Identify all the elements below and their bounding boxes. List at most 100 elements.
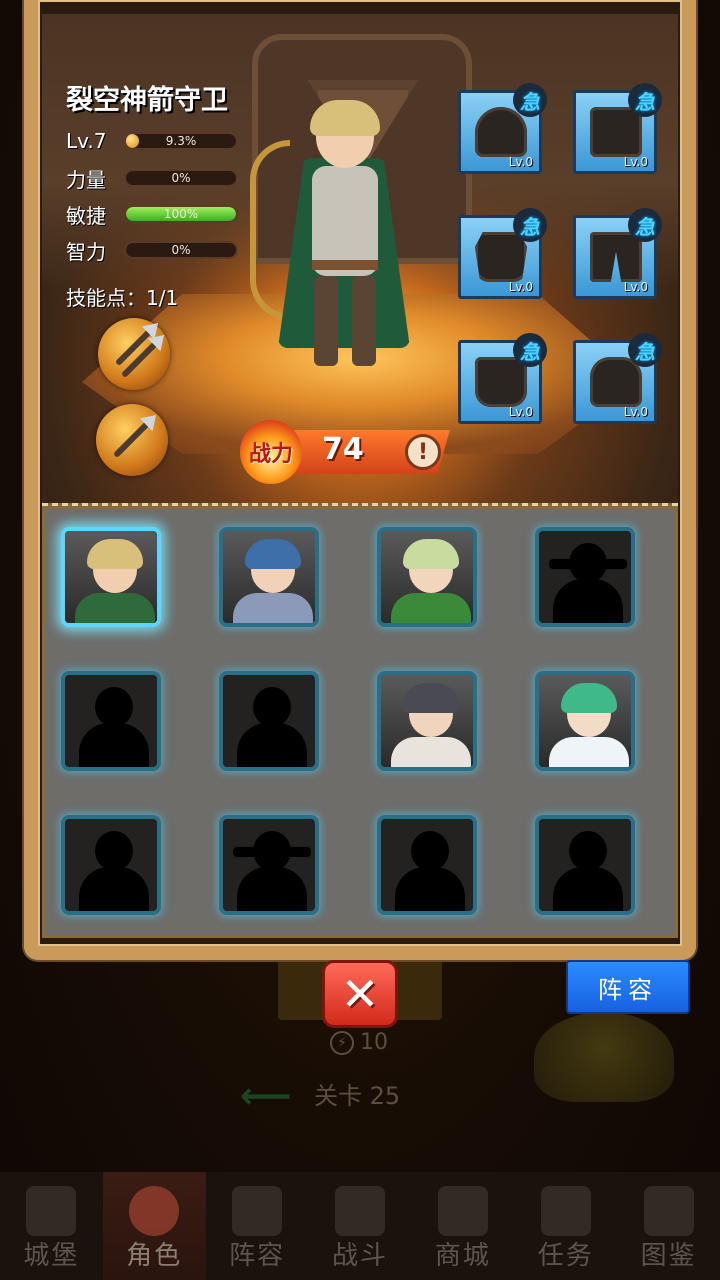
equip-slot-helmet[interactable]: Lv.0 急 [458, 83, 547, 174]
silhouette-hat [549, 559, 627, 569]
hero-belt [312, 260, 378, 270]
portrait-hair [245, 539, 301, 569]
close-button[interactable]: ✕ [322, 960, 398, 1028]
hero-slot[interactable] [219, 527, 319, 627]
locked-hero-slot[interactable] [219, 815, 319, 915]
stat-label: 智力 [66, 239, 106, 264]
equip-slot-gloves[interactable]: Lv.0 急 [573, 333, 662, 424]
nav-item[interactable]: 商城 [411, 1172, 514, 1280]
upgrade-badge: 急 [628, 208, 662, 242]
stat-bar: 0% [124, 169, 238, 187]
portrait-body [233, 593, 313, 623]
equip-slot-boots[interactable]: Lv.0 急 [458, 333, 547, 424]
level-row: Lv.7 9.3% [66, 128, 238, 154]
quest-icon [540, 1186, 591, 1236]
hero-model [250, 100, 440, 380]
combat-power-banner: 战力 74 ! [240, 420, 460, 484]
silhouette-icon [237, 723, 307, 767]
hero-slot[interactable] [61, 527, 161, 627]
helmet-icon [475, 107, 527, 157]
silhouette-icon [553, 579, 623, 623]
stat-value: 0% [171, 171, 191, 185]
hero-slot[interactable] [377, 527, 477, 627]
armor-icon [475, 232, 527, 282]
silhouette-head [95, 831, 133, 871]
hero-leg [352, 276, 376, 366]
portrait-body [391, 737, 471, 767]
portrait-body [549, 737, 629, 767]
power-info-button[interactable]: ! [405, 434, 441, 470]
nav-item[interactable]: 城堡 [0, 1172, 103, 1280]
exp-percent: 9.3% [165, 134, 197, 148]
hero-portrait-icon [381, 531, 473, 623]
equip-level: Lv.0 [623, 280, 648, 294]
stat-value: 100% [163, 207, 199, 221]
exp-bar: 9.3% [124, 132, 238, 150]
portrait-hair [403, 683, 459, 713]
codex-icon [643, 1186, 694, 1236]
nav-label: 角色 [126, 1241, 183, 1271]
equip-slot-gauntlets[interactable]: Lv.0 急 [573, 83, 662, 174]
stat-bar: 100% [124, 205, 238, 223]
boots-icon [475, 357, 527, 407]
bottom-nav: 城堡 角色 阵容 战斗 商城 任务 图鉴 [0, 1172, 720, 1280]
equip-level: Lv.0 [508, 155, 533, 169]
multi-arrow-skill-icon[interactable] [98, 318, 170, 390]
nav-label: 阵容 [229, 1241, 286, 1271]
spear-skill-icon[interactable] [96, 404, 168, 476]
silhouette-head [253, 687, 291, 727]
hero-portrait-icon [539, 675, 631, 767]
locked-hero-slot[interactable] [219, 671, 319, 771]
power-flame-icon: 战力 [240, 420, 302, 484]
portrait-hair [561, 683, 617, 713]
locked-hero-slot[interactable] [377, 815, 477, 915]
stat-row-intelligence: 智力 0% [66, 237, 238, 264]
character-icon [129, 1186, 180, 1236]
nav-item[interactable]: 战斗 [309, 1172, 412, 1280]
hero-slot[interactable] [377, 671, 477, 771]
nav-item[interactable]: 角色 [102, 1172, 206, 1280]
equip-level: Lv.0 [508, 280, 533, 294]
equip-level: Lv.0 [623, 405, 648, 419]
stat-row-agility: 敏捷 100% [66, 201, 238, 228]
silhouette-head [95, 687, 133, 727]
hero-portrait-icon [65, 531, 157, 623]
stat-row-strength: 力量 0% [66, 165, 238, 192]
stat-label: 力量 [66, 167, 106, 192]
hero-portrait-icon [223, 531, 315, 623]
level-label: Lv.7 [66, 129, 107, 153]
power-value: 74 [322, 432, 364, 467]
nav-label: 城堡 [23, 1241, 80, 1271]
equip-slot-armor[interactable]: Lv.0 急 [458, 208, 547, 299]
locked-hero-slot[interactable] [535, 815, 635, 915]
portrait-hair [403, 539, 459, 569]
stat-bar: 0% [124, 241, 238, 259]
upgrade-badge: 急 [513, 83, 547, 117]
hero-slot[interactable] [535, 671, 635, 771]
hero-hair [310, 100, 380, 136]
silhouette-head [569, 831, 607, 871]
locked-hero-slot[interactable] [61, 671, 161, 771]
locked-hero-slot[interactable] [535, 527, 635, 627]
battle-icon [335, 1186, 385, 1236]
nav-item[interactable]: 任务 [514, 1172, 617, 1280]
upgrade-badge: 急 [513, 208, 547, 242]
hero-name: 裂空神箭守卫 [66, 85, 228, 116]
silhouette-icon [395, 867, 465, 911]
nav-item[interactable]: 图鉴 [617, 1172, 720, 1280]
locked-hero-slot[interactable] [61, 815, 161, 915]
skill-points: 技能点：1/1 [66, 286, 179, 310]
nav-item[interactable]: 阵容 [206, 1172, 309, 1280]
shop-icon [437, 1186, 488, 1236]
lineup-button[interactable]: 阵容 [566, 960, 690, 1014]
nav-label: 商城 [434, 1241, 491, 1271]
hero-leg [314, 276, 338, 366]
nav-label: 图鉴 [640, 1241, 697, 1271]
equip-level: Lv.0 [508, 405, 533, 419]
silhouette-icon [553, 867, 623, 911]
upgrade-badge: 急 [513, 333, 547, 367]
castle-icon [26, 1186, 77, 1236]
equip-slot-pants[interactable]: Lv.0 急 [573, 208, 662, 299]
hero-roster-grid [42, 506, 678, 938]
gloves-icon [590, 357, 642, 407]
